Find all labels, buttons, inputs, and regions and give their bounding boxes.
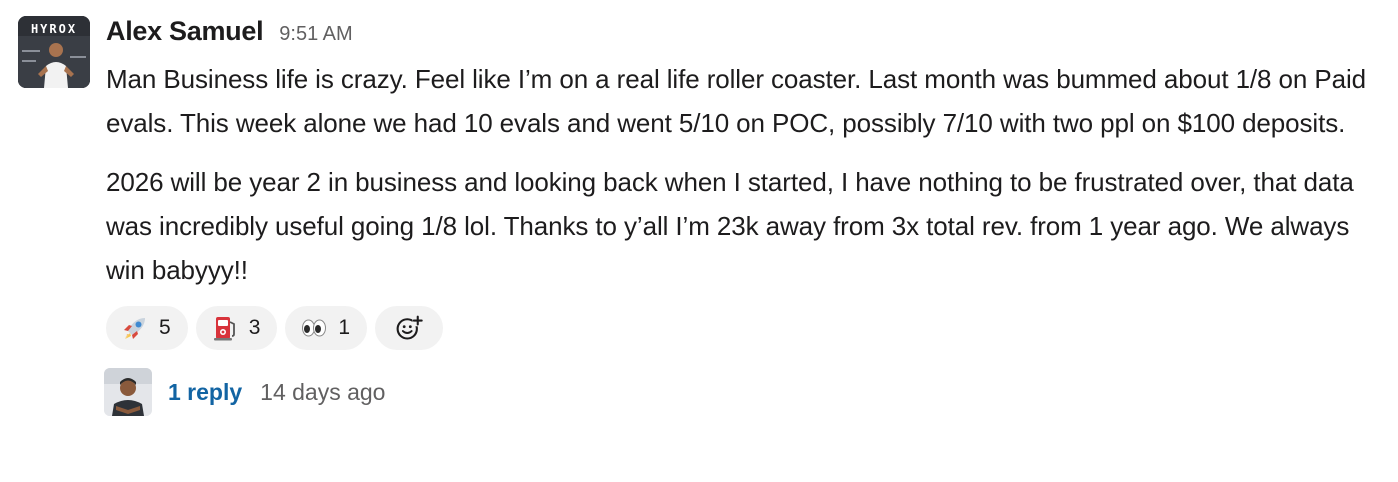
avatar-brand-text: HYROX xyxy=(31,22,77,36)
add-reaction-icon xyxy=(395,314,424,342)
message-header: Alex Samuel 9:51 AM xyxy=(106,16,1386,52)
rocket-icon xyxy=(121,314,149,342)
add-reaction-button[interactable] xyxy=(375,306,444,350)
message-timestamp[interactable]: 9:51 AM xyxy=(279,23,352,46)
reaction-eyes[interactable]: 1 xyxy=(285,306,368,350)
message-content: Alex Samuel 9:51 AM Man Business life is… xyxy=(104,16,1386,418)
eyes-icon xyxy=(300,314,328,342)
author-avatar[interactable]: HYROX xyxy=(18,16,90,88)
fuel-pump-icon xyxy=(211,314,239,342)
reaction-fuel-pump[interactable]: 3 xyxy=(195,306,278,350)
reaction-rocket[interactable]: 5 xyxy=(106,306,188,350)
reaction-count: 5 xyxy=(159,316,171,339)
reaction-count: 3 xyxy=(248,316,261,339)
author-name[interactable]: Alex Samuel xyxy=(106,16,264,47)
message-paragraph-2: 2026 will be year 2 in business and look… xyxy=(106,167,1354,285)
thread-summary[interactable]: 1 reply 14 days ago xyxy=(104,366,1386,418)
message-paragraph-1: Man Business life is crazy. Feel like I’… xyxy=(106,64,1367,138)
reactions-bar: 5 3 1 xyxy=(106,306,1386,350)
reaction-count: 1 xyxy=(338,316,351,339)
last-reply-time: 14 days ago xyxy=(260,378,386,405)
reply-count-link[interactable]: 1 reply xyxy=(168,379,242,406)
reply-avatar[interactable] xyxy=(104,368,152,416)
